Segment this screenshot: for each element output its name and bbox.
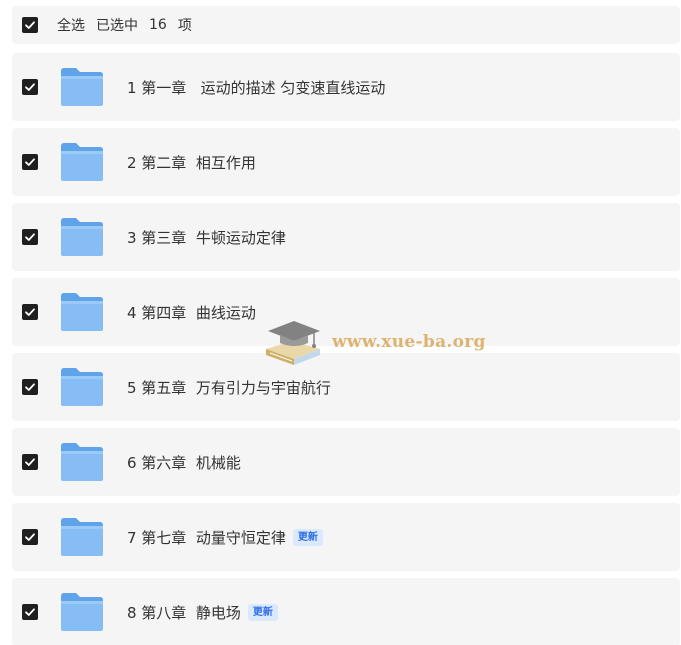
- folder-name-text: 1 第一章 运动的描述 匀变速直线运动: [127, 78, 386, 97]
- folder-name-text: 6 第六章 机械能: [127, 453, 241, 472]
- folder-name[interactable]: 4 第四章 曲线运动: [127, 302, 256, 323]
- row-checkbox[interactable]: [22, 379, 38, 395]
- folder-icon: [59, 517, 105, 557]
- folder-row[interactable]: 6 第六章 机械能: [12, 428, 680, 496]
- folder-name[interactable]: 2 第二章 相互作用: [127, 152, 256, 173]
- folder-name[interactable]: 1 第一章 运动的描述 匀变速直线运动: [127, 77, 385, 98]
- checkmark-icon: [25, 383, 35, 391]
- checkmark-icon: [25, 83, 35, 91]
- folder-icon: [59, 142, 105, 182]
- folder-icon: [59, 442, 105, 482]
- folder-row[interactable]: 4 第四章 曲线运动: [12, 278, 680, 346]
- checkmark-icon: [25, 458, 35, 466]
- folder-name[interactable]: 8 第八章 静电场 更新: [127, 602, 278, 623]
- file-list-page: 全选 已选中 16 项 1 第一章 运动的描述 匀变速直线运动 2 第二章 相互作…: [0, 0, 681, 645]
- folder-name-text: 4 第四章 曲线运动: [127, 303, 256, 322]
- folder-name-text: 3 第三章 牛顿运动定律: [127, 228, 286, 247]
- folder-name[interactable]: 5 第五章 万有引力与宇宙航行: [127, 377, 331, 398]
- folder-icon: [59, 367, 105, 407]
- folder-row[interactable]: 8 第八章 静电场 更新: [12, 578, 680, 645]
- folder-row[interactable]: 5 第五章 万有引力与宇宙航行: [12, 353, 680, 421]
- folder-name[interactable]: 7 第七章 动量守恒定律 更新: [127, 527, 323, 548]
- select-all-checkbox[interactable]: [22, 17, 38, 33]
- folder-name[interactable]: 6 第六章 机械能: [127, 452, 241, 473]
- row-checkbox[interactable]: [22, 454, 38, 470]
- folder-row[interactable]: 3 第三章 牛顿运动定律: [12, 203, 680, 271]
- folder-name[interactable]: 3 第三章 牛顿运动定律: [127, 227, 286, 248]
- selected-count: 16: [149, 17, 167, 33]
- folder-name-text: 7 第七章 动量守恒定律: [127, 528, 286, 547]
- select-all-bar: 全选 已选中 16 项: [12, 6, 680, 44]
- selection-summary: 全选 已选中 16 项: [57, 15, 192, 35]
- folder-name-text: 5 第五章 万有引力与宇宙航行: [127, 378, 331, 397]
- selected-suffix: 项: [177, 18, 192, 34]
- checkmark-icon: [25, 21, 35, 29]
- checkmark-icon: [25, 233, 35, 241]
- folder-name-text: 2 第二章 相互作用: [127, 153, 256, 172]
- folder-icon: [59, 292, 105, 332]
- folder-row[interactable]: 2 第二章 相互作用: [12, 128, 680, 196]
- update-badge: 更新: [247, 603, 278, 621]
- folder-icon: [59, 217, 105, 257]
- folder-row[interactable]: 7 第七章 动量守恒定律 更新: [12, 503, 680, 571]
- row-checkbox[interactable]: [22, 79, 38, 95]
- folder-name-text: 8 第八章 静电场: [127, 603, 241, 622]
- select-all-label[interactable]: 全选: [57, 15, 85, 35]
- row-checkbox[interactable]: [22, 229, 38, 245]
- checkmark-icon: [25, 533, 35, 541]
- row-checkbox[interactable]: [22, 304, 38, 320]
- selected-prefix: 已选中: [96, 18, 138, 34]
- folder-list: 1 第一章 运动的描述 匀变速直线运动 2 第二章 相互作用 3 第三章 牛顿运动定…: [12, 53, 680, 645]
- checkmark-icon: [25, 308, 35, 316]
- folder-row[interactable]: 1 第一章 运动的描述 匀变速直线运动: [12, 53, 680, 121]
- folder-icon: [59, 67, 105, 107]
- row-checkbox[interactable]: [22, 604, 38, 620]
- checkmark-icon: [25, 158, 35, 166]
- folder-icon: [59, 592, 105, 632]
- update-badge: 更新: [292, 528, 323, 546]
- row-checkbox[interactable]: [22, 529, 38, 545]
- row-checkbox[interactable]: [22, 154, 38, 170]
- checkmark-icon: [25, 608, 35, 616]
